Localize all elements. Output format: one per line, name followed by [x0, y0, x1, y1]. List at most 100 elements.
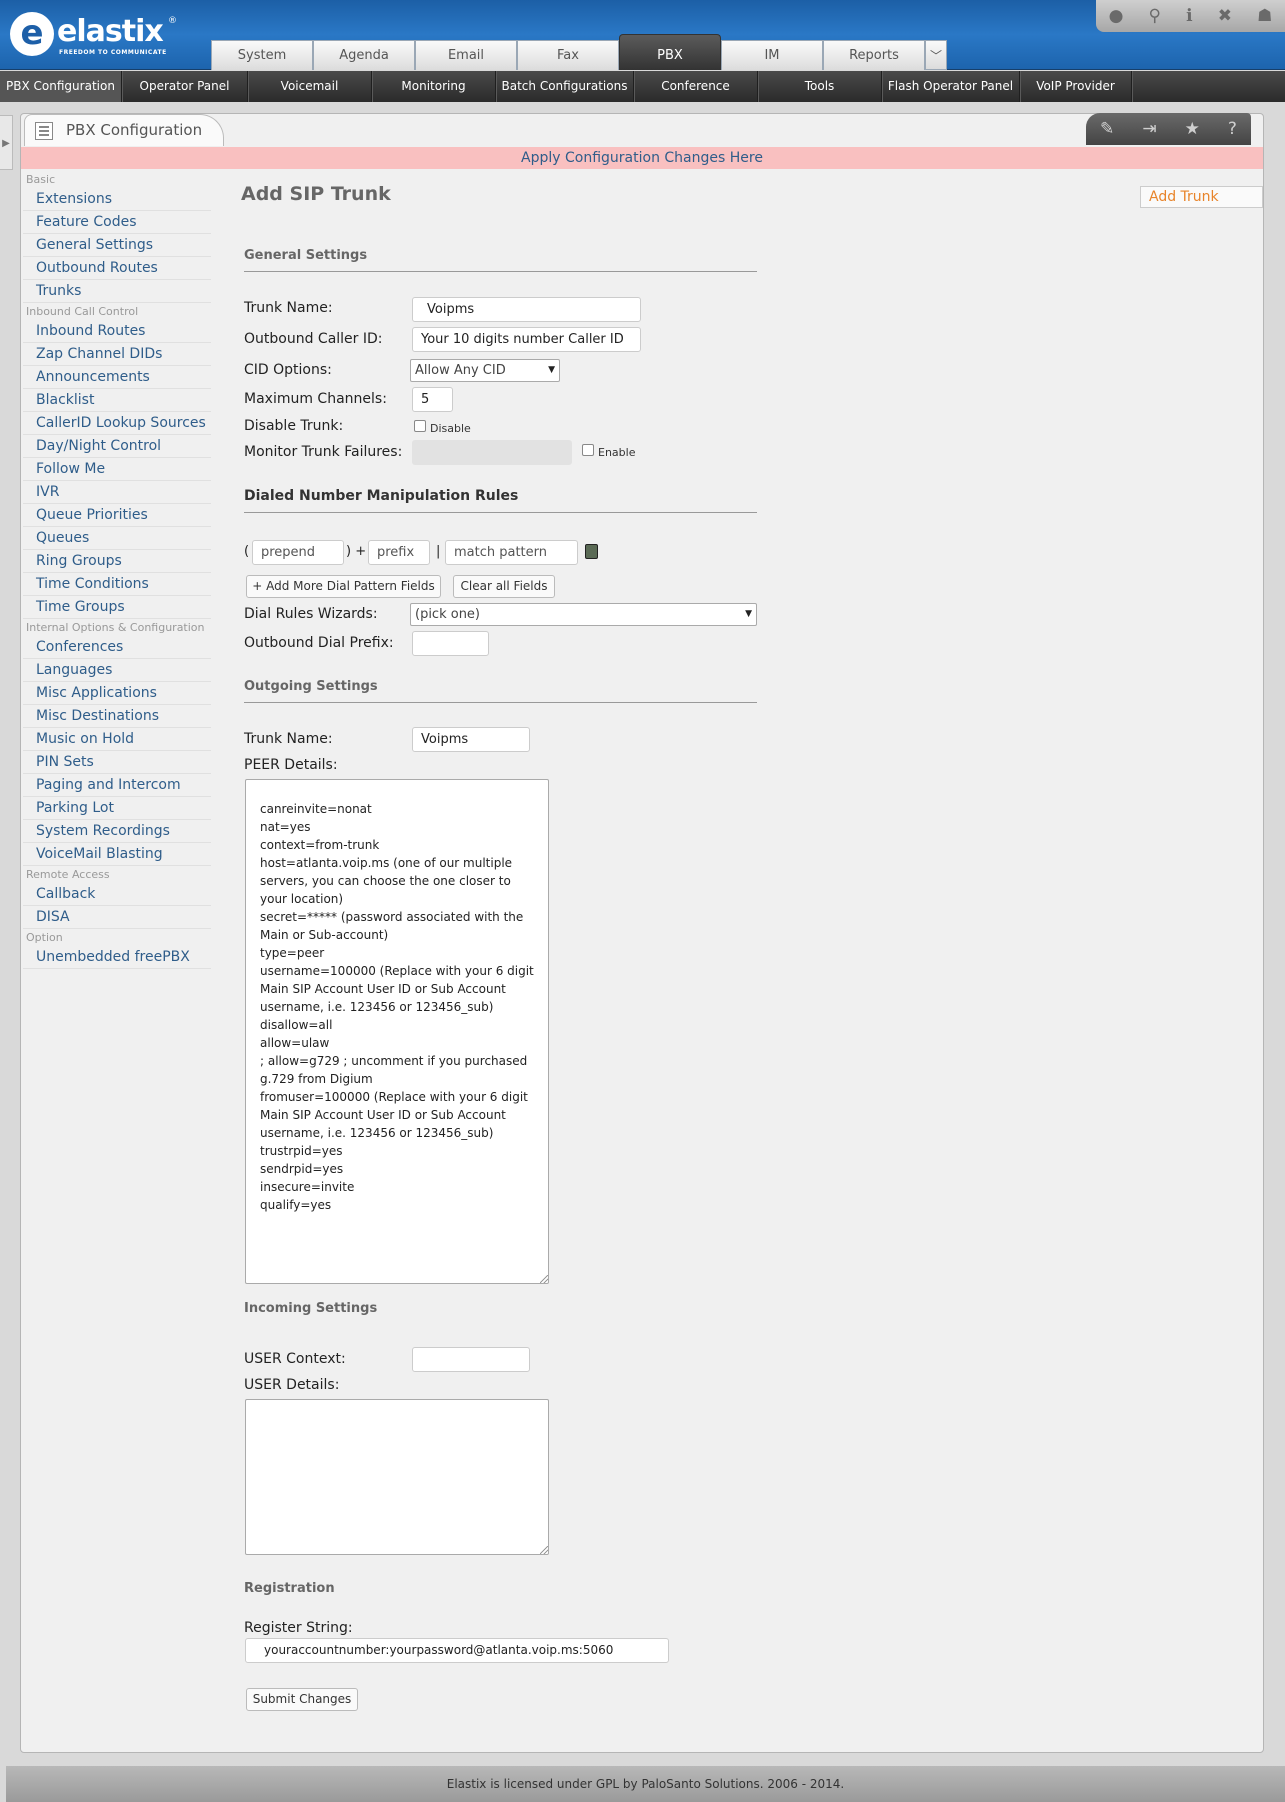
- register-string-input[interactable]: youraccountnumber:yourpassword@atlanta.v…: [245, 1638, 669, 1663]
- sidebar-item-languages[interactable]: Languages: [23, 659, 211, 682]
- theme-icon[interactable]: ●: [1109, 6, 1124, 26]
- sidebar-item-outbound-routes[interactable]: Outbound Routes: [23, 257, 211, 280]
- subnav-flash-operator-panel[interactable]: Flash Operator Panel: [882, 71, 1020, 102]
- expand-icon[interactable]: ⇥: [1142, 119, 1156, 139]
- sidebar-item-callback[interactable]: Callback: [23, 883, 211, 906]
- star-icon[interactable]: ★: [1185, 119, 1200, 139]
- sidebar-item-unembedded-freepbx[interactable]: Unembedded freePBX: [23, 946, 211, 969]
- sidebar-section-title: Remote Access: [26, 868, 110, 881]
- sidebar-item-misc-applications[interactable]: Misc Applications: [23, 682, 211, 705]
- outbound-dial-prefix-input[interactable]: [412, 631, 489, 656]
- more-tabs-chevron-icon[interactable]: ﹀: [925, 40, 947, 70]
- sidebar-item-pin-sets[interactable]: PIN Sets: [23, 751, 211, 774]
- disable-trunk-checkbox[interactable]: [414, 420, 426, 432]
- document-icon: [35, 122, 53, 140]
- sidebar-item-general-settings[interactable]: General Settings: [23, 234, 211, 257]
- cid-options-select[interactable]: Allow Any CID ▼: [410, 359, 560, 382]
- tab-pbx[interactable]: PBX: [619, 34, 721, 70]
- outgoing-trunk-name-label: Trunk Name:: [244, 731, 333, 747]
- tab-agenda[interactable]: Agenda: [313, 40, 415, 70]
- tab-im[interactable]: IM: [721, 40, 823, 70]
- user-context-input[interactable]: [412, 1347, 530, 1372]
- prefix-input[interactable]: prefix: [368, 540, 430, 565]
- subnav-voicemail[interactable]: Voicemail: [248, 71, 372, 102]
- info-icon[interactable]: ℹ: [1186, 6, 1192, 26]
- tab-system[interactable]: System: [211, 40, 313, 70]
- subnav-pbx-configuration[interactable]: PBX Configuration: [0, 71, 122, 102]
- tab-email[interactable]: Email: [415, 40, 517, 70]
- subnav-batch-configurations[interactable]: Batch Configurations: [496, 71, 634, 102]
- section-general-settings: General Settings: [244, 248, 757, 272]
- outbound-caller-id-input[interactable]: Your 10 digits number Caller ID: [412, 327, 641, 352]
- max-channels-input[interactable]: 5: [412, 387, 453, 412]
- sidebar-item-ring-groups[interactable]: Ring Groups: [23, 550, 211, 573]
- clear-fields-button[interactable]: Clear all Fields: [453, 575, 555, 598]
- sidebar-item-announcements[interactable]: Announcements: [23, 366, 211, 389]
- sidebar-item-time-groups[interactable]: Time Groups: [23, 596, 211, 619]
- sidebar-item-queues[interactable]: Queues: [23, 527, 211, 550]
- sidebar-item-voicemail-blasting[interactable]: VoiceMail Blasting: [23, 843, 211, 866]
- sub-navigation: PBX Configuration Operator Panel Voicema…: [0, 71, 1285, 102]
- sidebar-item-time-conditions[interactable]: Time Conditions: [23, 573, 211, 596]
- submit-changes-button[interactable]: Submit Changes: [246, 1688, 358, 1711]
- sidebar-toggle-handle[interactable]: ▶: [0, 115, 13, 170]
- subnav-tools[interactable]: Tools: [758, 71, 882, 102]
- outbound-dial-prefix-label: Outbound Dial Prefix:: [244, 635, 394, 651]
- logo-mark: e: [10, 12, 54, 56]
- user-icon[interactable]: ☗: [1257, 6, 1272, 26]
- outbound-caller-id-label: Outbound Caller ID:: [244, 331, 383, 347]
- trash-icon[interactable]: [585, 544, 598, 559]
- outgoing-trunk-name-input[interactable]: Voipms: [412, 727, 530, 752]
- sidebar-item-extensions[interactable]: Extensions: [23, 188, 211, 211]
- section-dial-rules: Dialed Number Manipulation Rules: [244, 488, 757, 513]
- subnav-monitoring[interactable]: Monitoring: [372, 71, 496, 102]
- sidebar-item-inbound-routes[interactable]: Inbound Routes: [23, 320, 211, 343]
- dial-rules-wizards-label: Dial Rules Wizards:: [244, 606, 378, 622]
- sidebar-item-music-on-hold[interactable]: Music on Hold: [23, 728, 211, 751]
- peer-details-textarea[interactable]: canreinvite=nonat nat=yes context=from-t…: [245, 779, 549, 1284]
- elastix-logo[interactable]: e elastix ® FREEDOM TO COMMUNICATE: [10, 10, 180, 60]
- user-details-textarea[interactable]: [245, 1399, 549, 1555]
- edit-icon[interactable]: ✎: [1100, 119, 1114, 139]
- sidebar-item-follow-me[interactable]: Follow Me: [23, 458, 211, 481]
- section-registration: Registration: [244, 1581, 335, 1596]
- sidebar-item-blacklist[interactable]: Blacklist: [23, 389, 211, 412]
- match-pattern-input[interactable]: match pattern: [445, 540, 578, 565]
- search-icon[interactable]: ⚲: [1149, 6, 1161, 26]
- sidebar-section-title: Inbound Call Control: [26, 305, 139, 318]
- user-details-label: USER Details:: [244, 1377, 340, 1393]
- trunk-name-input[interactable]: Voipms: [412, 297, 641, 322]
- sidebar-item-paging-intercom[interactable]: Paging and Intercom: [23, 774, 211, 797]
- sidebar-item-conferences[interactable]: Conferences: [23, 636, 211, 659]
- cid-options-label: CID Options:: [244, 362, 332, 378]
- sidebar-item-system-recordings[interactable]: System Recordings: [23, 820, 211, 843]
- prepend-input[interactable]: prepend: [252, 540, 344, 565]
- apply-changes-bar[interactable]: Apply Configuration Changes Here: [21, 147, 1263, 169]
- panel-title: PBX Configuration: [66, 121, 203, 139]
- sidebar-item-disa[interactable]: DISA: [23, 906, 211, 929]
- add-trunk-link[interactable]: Add Trunk: [1140, 186, 1263, 208]
- subnav-voip-provider[interactable]: VoIP Provider: [1020, 71, 1132, 102]
- sidebar-item-zap-channel-dids[interactable]: Zap Channel DIDs: [23, 343, 211, 366]
- dial-rules-wizards-select[interactable]: (pick one) ▼: [410, 603, 757, 626]
- sidebar-item-parking-lot[interactable]: Parking Lot: [23, 797, 211, 820]
- help-icon[interactable]: ?: [1228, 119, 1237, 139]
- tab-reports[interactable]: Reports: [823, 40, 925, 70]
- tab-fax[interactable]: Fax: [517, 40, 619, 70]
- section-incoming-settings: Incoming Settings: [244, 1301, 378, 1316]
- sidebar-item-queue-priorities[interactable]: Queue Priorities: [23, 504, 211, 527]
- subnav-operator-panel[interactable]: Operator Panel: [122, 71, 248, 102]
- monitor-enable-checkbox[interactable]: [582, 444, 594, 456]
- sidebar-item-ivr[interactable]: IVR: [23, 481, 211, 504]
- sidebar-item-trunks[interactable]: Trunks: [23, 280, 211, 303]
- resize-grip-icon[interactable]: [540, 1546, 548, 1554]
- subnav-conference[interactable]: Conference: [634, 71, 758, 102]
- tools-icon[interactable]: ✖: [1218, 6, 1232, 26]
- logo-word: elastix: [57, 14, 164, 49]
- sidebar-item-day-night[interactable]: Day/Night Control: [23, 435, 211, 458]
- sidebar-item-feature-codes[interactable]: Feature Codes: [23, 211, 211, 234]
- sidebar-item-misc-destinations[interactable]: Misc Destinations: [23, 705, 211, 728]
- resize-grip-icon[interactable]: [540, 1275, 548, 1283]
- sidebar-item-callerid-lookup[interactable]: CallerID Lookup Sources: [23, 412, 211, 435]
- add-dial-pattern-button[interactable]: + Add More Dial Pattern Fields: [246, 575, 441, 598]
